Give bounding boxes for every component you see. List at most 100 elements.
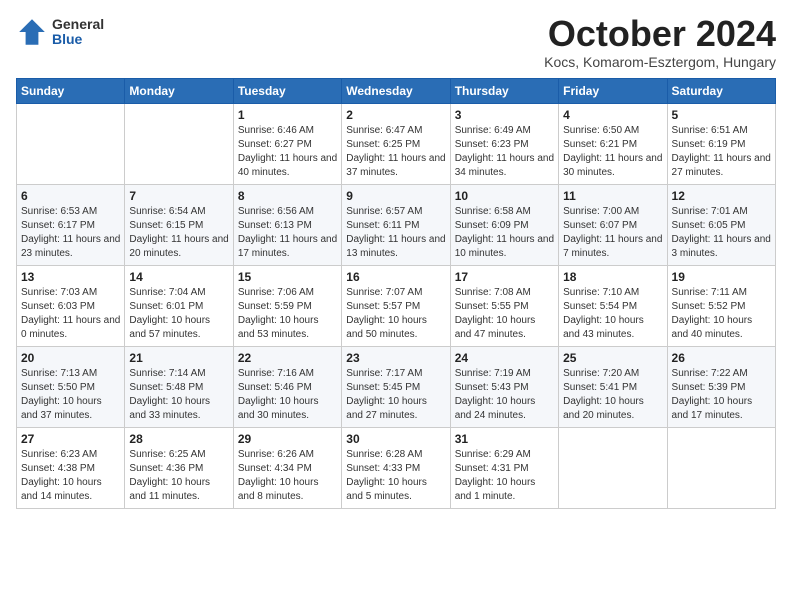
day-number: 31 — [455, 432, 554, 446]
header-friday: Friday — [559, 79, 667, 104]
calendar-cell: 12Sunrise: 7:01 AM Sunset: 6:05 PM Dayli… — [667, 185, 775, 266]
calendar-cell — [125, 104, 233, 185]
calendar-header-row: SundayMondayTuesdayWednesdayThursdayFrid… — [17, 79, 776, 104]
calendar-cell: 3 Sunrise: 6:49 AM Sunset: 6:23 PM Daylig… — [450, 104, 558, 185]
day-number: 25 — [563, 351, 662, 365]
header-saturday: Saturday — [667, 79, 775, 104]
day-number: 7 — [129, 189, 228, 203]
title-block: October 2024 Kocs, Komarom-Esztergom, Hu… — [544, 16, 776, 70]
day-number: 29 — [238, 432, 337, 446]
day-detail: Sunrise: 7:16 AM Sunset: 5:46 PM Dayligh… — [238, 367, 337, 423]
calendar-cell — [559, 428, 667, 509]
calendar-cell: 21 Sunrise: 7:14 AM Sunset: 5:48 PM Dayli… — [125, 347, 233, 428]
day-detail: Sunrise: 7:06 AM Sunset: 5:59 PM Dayligh… — [238, 286, 337, 342]
logo-blue: Blue — [52, 32, 104, 47]
day-detail: Sunrise: 7:03 AM Sunset: 6:03 PM Dayligh… — [21, 286, 120, 342]
calendar-cell: 30Sunrise: 6:28 AM Sunset: 4:33 PM Dayli… — [342, 428, 450, 509]
day-detail: Sunrise: 7:04 AM Sunset: 6:01 PM Dayligh… — [129, 286, 228, 342]
day-number: 2 — [346, 108, 445, 122]
calendar-cell: 16Sunrise: 7:07 AM Sunset: 5:57 PM Dayli… — [342, 266, 450, 347]
calendar-cell — [667, 428, 775, 509]
calendar-week-2: 6 Sunrise: 6:53 AM Sunset: 6:17 PM Daylig… — [17, 185, 776, 266]
calendar-cell: 17 Sunrise: 7:08 AM Sunset: 5:55 PM Dayli… — [450, 266, 558, 347]
calendar-cell: 10Sunrise: 6:58 AM Sunset: 6:09 PM Dayli… — [450, 185, 558, 266]
day-detail: Sunrise: 7:01 AM Sunset: 6:05 PM Dayligh… — [672, 205, 771, 261]
day-detail: Sunrise: 7:07 AM Sunset: 5:57 PM Dayligh… — [346, 286, 445, 342]
day-detail: Sunrise: 6:26 AM Sunset: 4:34 PM Dayligh… — [238, 448, 337, 504]
day-detail: Sunrise: 7:11 AM Sunset: 5:52 PM Dayligh… — [672, 286, 771, 342]
calendar-cell: 4 Sunrise: 6:50 AM Sunset: 6:21 PM Daylig… — [559, 104, 667, 185]
day-detail: Sunrise: 7:00 AM Sunset: 6:07 PM Dayligh… — [563, 205, 662, 261]
day-detail: Sunrise: 6:51 AM Sunset: 6:19 PM Dayligh… — [672, 124, 771, 180]
day-number: 11 — [563, 189, 662, 203]
header-tuesday: Tuesday — [233, 79, 341, 104]
day-number: 5 — [672, 108, 771, 122]
calendar-cell: 11 Sunrise: 7:00 AM Sunset: 6:07 PM Dayli… — [559, 185, 667, 266]
calendar-cell: 13Sunrise: 7:03 AM Sunset: 6:03 PM Dayli… — [17, 266, 125, 347]
calendar-cell: 18 Sunrise: 7:10 AM Sunset: 5:54 PM Dayli… — [559, 266, 667, 347]
day-detail: Sunrise: 6:58 AM Sunset: 6:09 PM Dayligh… — [455, 205, 554, 261]
calendar-cell: 28Sunrise: 6:25 AM Sunset: 4:36 PM Dayli… — [125, 428, 233, 509]
calendar-week-5: 27 Sunrise: 6:23 AM Sunset: 4:38 PM Dayli… — [17, 428, 776, 509]
day-number: 28 — [129, 432, 228, 446]
day-number: 23 — [346, 351, 445, 365]
day-detail: Sunrise: 6:47 AM Sunset: 6:25 PM Dayligh… — [346, 124, 445, 180]
logo-text: General Blue — [52, 17, 104, 48]
day-number: 27 — [21, 432, 120, 446]
day-number: 21 — [129, 351, 228, 365]
day-number: 22 — [238, 351, 337, 365]
day-number: 6 — [21, 189, 120, 203]
day-detail: Sunrise: 7:13 AM Sunset: 5:50 PM Dayligh… — [21, 367, 120, 423]
calendar-cell: 23 Sunrise: 7:17 AM Sunset: 5:45 PM Dayli… — [342, 347, 450, 428]
header-wednesday: Wednesday — [342, 79, 450, 104]
day-detail: Sunrise: 7:10 AM Sunset: 5:54 PM Dayligh… — [563, 286, 662, 342]
calendar-cell: 2 Sunrise: 6:47 AM Sunset: 6:25 PM Daylig… — [342, 104, 450, 185]
calendar-week-4: 20Sunrise: 7:13 AM Sunset: 5:50 PM Dayli… — [17, 347, 776, 428]
day-number: 8 — [238, 189, 337, 203]
day-detail: Sunrise: 7:17 AM Sunset: 5:45 PM Dayligh… — [346, 367, 445, 423]
day-number: 1 — [238, 108, 337, 122]
calendar-cell: 1 Sunrise: 6:46 AM Sunset: 6:27 PM Daylig… — [233, 104, 341, 185]
day-detail: Sunrise: 6:57 AM Sunset: 6:11 PM Dayligh… — [346, 205, 445, 261]
day-number: 17 — [455, 270, 554, 284]
day-number: 18 — [563, 270, 662, 284]
day-detail: Sunrise: 6:50 AM Sunset: 6:21 PM Dayligh… — [563, 124, 662, 180]
calendar-cell: 29 Sunrise: 6:26 AM Sunset: 4:34 PM Dayli… — [233, 428, 341, 509]
calendar-cell: 26 Sunrise: 7:22 AM Sunset: 5:39 PM Dayli… — [667, 347, 775, 428]
day-number: 26 — [672, 351, 771, 365]
calendar-cell: 14Sunrise: 7:04 AM Sunset: 6:01 PM Dayli… — [125, 266, 233, 347]
day-detail: Sunrise: 6:53 AM Sunset: 6:17 PM Dayligh… — [21, 205, 120, 261]
day-number: 19 — [672, 270, 771, 284]
day-detail: Sunrise: 7:20 AM Sunset: 5:41 PM Dayligh… — [563, 367, 662, 423]
day-number: 3 — [455, 108, 554, 122]
day-number: 9 — [346, 189, 445, 203]
header-monday: Monday — [125, 79, 233, 104]
day-detail: Sunrise: 6:28 AM Sunset: 4:33 PM Dayligh… — [346, 448, 445, 504]
day-detail: Sunrise: 7:08 AM Sunset: 5:55 PM Dayligh… — [455, 286, 554, 342]
calendar-cell: 31Sunrise: 6:29 AM Sunset: 4:31 PM Dayli… — [450, 428, 558, 509]
calendar-cell: 9 Sunrise: 6:57 AM Sunset: 6:11 PM Daylig… — [342, 185, 450, 266]
day-detail: Sunrise: 6:46 AM Sunset: 6:27 PM Dayligh… — [238, 124, 337, 180]
calendar-cell: 20Sunrise: 7:13 AM Sunset: 5:50 PM Dayli… — [17, 347, 125, 428]
day-detail: Sunrise: 7:14 AM Sunset: 5:48 PM Dayligh… — [129, 367, 228, 423]
day-number: 15 — [238, 270, 337, 284]
calendar-cell: 25 Sunrise: 7:20 AM Sunset: 5:41 PM Dayli… — [559, 347, 667, 428]
calendar-cell: 6 Sunrise: 6:53 AM Sunset: 6:17 PM Daylig… — [17, 185, 125, 266]
calendar-cell: 22 Sunrise: 7:16 AM Sunset: 5:46 PM Dayli… — [233, 347, 341, 428]
day-detail: Sunrise: 7:22 AM Sunset: 5:39 PM Dayligh… — [672, 367, 771, 423]
calendar-cell: 24Sunrise: 7:19 AM Sunset: 5:43 PM Dayli… — [450, 347, 558, 428]
calendar-week-1: 1 Sunrise: 6:46 AM Sunset: 6:27 PM Daylig… — [17, 104, 776, 185]
calendar-cell: 5 Sunrise: 6:51 AM Sunset: 6:19 PM Daylig… — [667, 104, 775, 185]
day-detail: Sunrise: 6:56 AM Sunset: 6:13 PM Dayligh… — [238, 205, 337, 261]
day-detail: Sunrise: 6:23 AM Sunset: 4:38 PM Dayligh… — [21, 448, 120, 504]
calendar-week-3: 13Sunrise: 7:03 AM Sunset: 6:03 PM Dayli… — [17, 266, 776, 347]
calendar-cell — [17, 104, 125, 185]
calendar-cell: 7Sunrise: 6:54 AM Sunset: 6:15 PM Daylig… — [125, 185, 233, 266]
day-number: 24 — [455, 351, 554, 365]
day-number: 4 — [563, 108, 662, 122]
calendar-cell: 15 Sunrise: 7:06 AM Sunset: 5:59 PM Dayli… — [233, 266, 341, 347]
page-header: General Blue October 2024 Kocs, Komarom-… — [16, 16, 776, 70]
calendar-cell: 27 Sunrise: 6:23 AM Sunset: 4:38 PM Dayli… — [17, 428, 125, 509]
logo-general: General — [52, 17, 104, 32]
day-detail: Sunrise: 6:49 AM Sunset: 6:23 PM Dayligh… — [455, 124, 554, 180]
